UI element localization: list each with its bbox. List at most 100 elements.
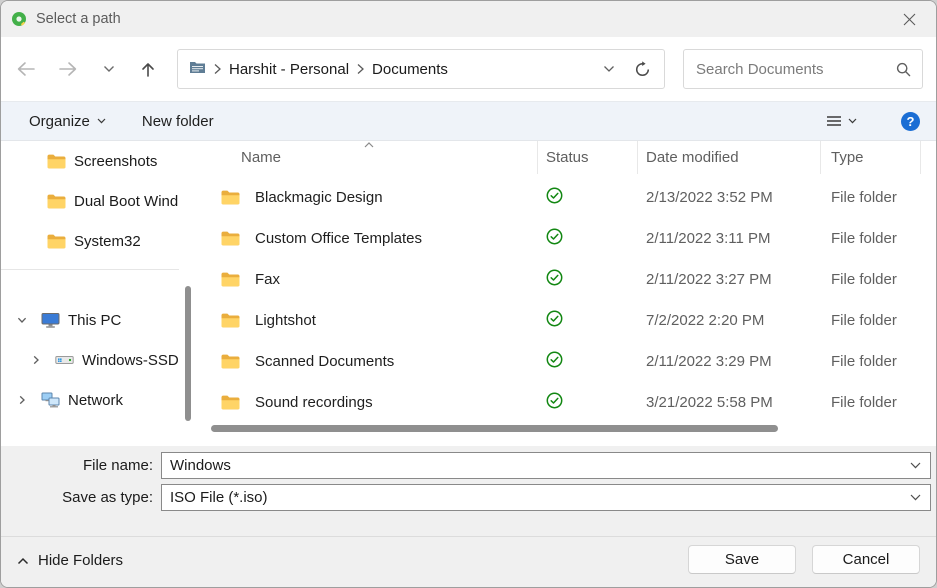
column-header-date-modified[interactable]: Date modified [638,141,821,174]
sidebar-item-system32[interactable]: System32 [1,221,183,261]
folder-icon [221,190,240,205]
horizontal-scrollbar-thumb[interactable] [211,425,778,432]
chevron-down-icon[interactable] [910,462,921,469]
help-button[interactable]: ? [901,112,920,131]
sort-ascending-icon [364,142,374,148]
tree-expand-chevron-icon[interactable] [17,395,27,405]
status-synced-icon [546,187,563,208]
file-row[interactable]: Fax 2/11/2022 3:27 PM File folder [201,259,921,300]
file-row[interactable]: Lightshot 7/2/2022 2:20 PM File folder [201,300,921,341]
sidebar-item-label: Windows-SSD [82,352,179,369]
change-view-button[interactable] [826,114,857,128]
forward-icon[interactable] [51,52,85,86]
file-date-modified: 2/11/2022 3:29 PM [638,341,821,382]
folder-icon [221,395,240,410]
sidebar-tree: Screenshots Dual Boot Wind System32 This… [1,141,183,446]
dialog-footer: Hide Folders Save Cancel [1,536,936,588]
search-icon [896,62,911,81]
command-toolbar: Organize New folder ? [1,101,936,141]
chevron-down-icon [848,118,857,124]
file-row[interactable]: Blackmagic Design 2/13/2022 3:52 PM File… [201,177,921,218]
save-as-type-select[interactable]: ISO File (*.iso) [161,484,931,511]
column-header-label: Type [831,149,864,166]
cancel-button[interactable]: Cancel [812,545,920,574]
file-list: Name Status Date modified Type Blackmagi… [201,141,921,446]
file-name-input[interactable] [162,453,910,478]
file-type: File folder [821,341,921,382]
file-name-combobox [161,452,931,479]
file-type: File folder [821,259,921,300]
column-header-status[interactable]: Status [538,141,638,174]
sidebar-scrollbar-thumb[interactable] [185,286,191,421]
file-row[interactable]: Custom Office Templates 2/11/2022 3:11 P… [201,218,921,259]
file-row[interactable]: Sound recordings 3/21/2022 5:58 PM File … [201,382,921,423]
breadcrumb-separator-icon [213,63,222,75]
sidebar-item-screenshots[interactable]: Screenshots [1,141,183,181]
app-icon [11,11,27,27]
file-name-text: Custom Office Templates [255,230,422,247]
hide-folders-label: Hide Folders [38,552,123,569]
breadcrumb-separator-icon [356,63,365,75]
sidebar-item-label: Dual Boot Wind [74,193,178,210]
sidebar-item-network[interactable]: Network [1,380,183,420]
organize-button[interactable]: Organize [29,113,106,130]
search-input[interactable] [684,50,922,88]
chevron-down-icon [910,494,921,501]
hide-folders-button[interactable]: Hide Folders [17,552,123,569]
sidebar-item-windows-ssd[interactable]: Windows-SSD [1,340,183,380]
status-synced-icon [546,228,563,249]
close-icon[interactable] [899,9,920,30]
folder-icon [47,154,66,169]
breadcrumb-harshit-personal[interactable]: Harshit - Personal [229,61,349,78]
status-synced-icon [546,310,563,331]
computer-icon [41,312,60,328]
file-name-text: Fax [255,271,280,288]
file-date-modified: 2/11/2022 3:27 PM [638,259,821,300]
file-type: File folder [821,382,921,423]
refresh-icon[interactable] [624,54,660,84]
sidebar-divider [1,269,179,270]
file-date-modified: 2/13/2022 3:52 PM [638,177,821,218]
filename-section: File name: Save as type: ISO File (*.iso… [1,446,936,536]
up-icon[interactable] [131,52,165,86]
tree-expand-chevron-icon[interactable] [17,315,27,325]
sidebar-item-dual-boot-wind[interactable]: Dual Boot Wind [1,181,183,221]
column-header-type[interactable]: Type [821,141,921,174]
file-date-modified: 7/2/2022 2:20 PM [638,300,821,341]
sidebar-item-this-pc[interactable]: This PC [1,300,183,340]
list-view-icon [826,114,842,128]
content-area: Screenshots Dual Boot Wind System32 This… [1,141,936,446]
file-row[interactable]: Scanned Documents 2/11/2022 3:29 PM File… [201,341,921,382]
column-header-label: Status [546,149,589,166]
file-name-text: Lightshot [255,312,316,329]
folder-icon [221,231,240,246]
recent-locations-chevron-icon[interactable] [97,52,121,86]
status-synced-icon [546,392,563,413]
organize-label: Organize [29,113,90,130]
back-icon[interactable] [9,52,43,86]
file-name-label: File name: [1,452,153,479]
tree-expand-chevron-icon[interactable] [31,355,41,365]
chevron-down-icon [97,118,106,124]
address-bar[interactable]: Harshit - Personal Documents [177,49,665,89]
folder-icon [221,313,240,328]
status-synced-icon [546,351,563,372]
navigation-bar: Harshit - Personal Documents [1,37,936,101]
breadcrumb-documents[interactable]: Documents [372,61,448,78]
file-type: File folder [821,218,921,259]
file-name-text: Blackmagic Design [255,189,383,206]
file-list-rows: Blackmagic Design 2/13/2022 3:52 PM File… [201,177,921,423]
new-folder-button[interactable]: New folder [142,113,214,130]
save-button[interactable]: Save [688,545,796,574]
column-header-name[interactable]: Name [201,141,538,174]
address-dropdown-chevron-icon[interactable] [594,54,624,84]
search-box [683,49,923,89]
hard-drive-icon [55,353,74,367]
file-type: File folder [821,177,921,218]
horizontal-scrollbar [201,425,921,433]
folder-icon [47,194,66,209]
folder-icon [47,234,66,249]
titlebar: Select a path [1,1,936,37]
save-file-dialog: Select a path Harshit - Personal [0,0,937,588]
file-date-modified: 2/11/2022 3:11 PM [638,218,821,259]
